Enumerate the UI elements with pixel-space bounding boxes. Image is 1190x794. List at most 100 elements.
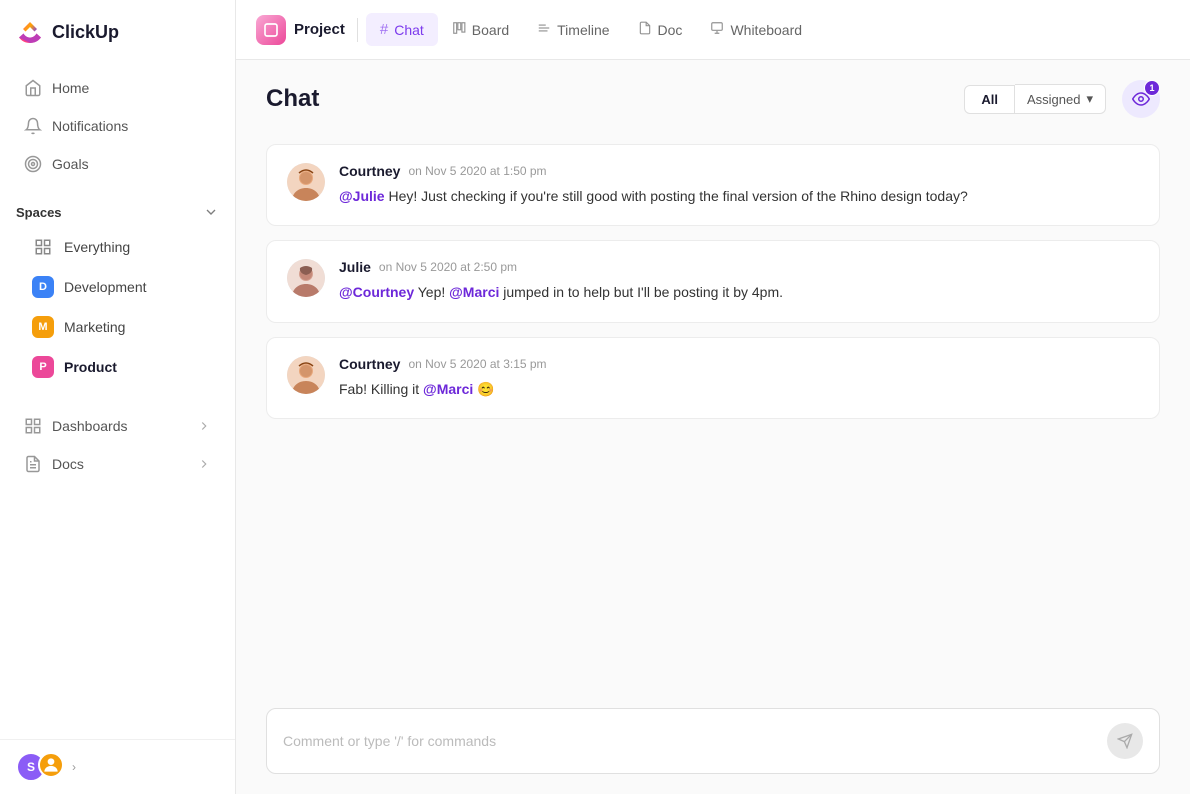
message-3-emoji: 😊 <box>477 381 494 397</box>
sidebar: ClickUp Home Notifications Goals Spaces … <box>0 0 236 794</box>
mention-marci[interactable]: @Marci <box>449 284 499 300</box>
julie-avatar <box>287 259 325 297</box>
sidebar-item-home-label: Home <box>52 80 89 96</box>
sidebar-item-product[interactable]: P Product <box>20 348 215 386</box>
avatar-stack: S <box>16 752 64 782</box>
tab-board[interactable]: Board <box>438 13 523 47</box>
sidebar-item-marketing-label: Marketing <box>64 319 125 335</box>
chat-filters: All Assigned ▾ <box>964 84 1106 114</box>
dashboards-label: Dashboards <box>52 418 128 434</box>
sidebar-item-development[interactable]: D Development <box>20 268 215 306</box>
dashboards-icon <box>24 417 42 435</box>
sidebar-item-docs[interactable]: Docs <box>8 446 227 482</box>
chevron-right-icon <box>197 419 211 433</box>
message-item: Julie on Nov 5 2020 at 2:50 pm @Courtney… <box>266 240 1160 322</box>
message-1-header: Courtney on Nov 5 2020 at 1:50 pm <box>339 163 1139 179</box>
doc-icon <box>638 21 652 39</box>
hash-icon: # <box>380 21 388 38</box>
comment-input-box[interactable]: Comment or type '/' for commands <box>266 708 1160 774</box>
chevron-right-icon-2 <box>197 457 211 471</box>
sidebar-nav: Home Notifications Goals <box>0 64 235 188</box>
tab-chat-label: Chat <box>394 22 424 38</box>
sidebar-item-development-label: Development <box>64 279 147 295</box>
mention-marci-2[interactable]: @Marci <box>423 381 473 397</box>
message-1-text: @Julie Hey! Just checking if you're stil… <box>339 185 1139 207</box>
sidebar-item-everything[interactable]: Everything <box>20 228 215 266</box>
message-1-body: Courtney on Nov 5 2020 at 1:50 pm @Julie… <box>339 163 1139 207</box>
mention-julie[interactable]: @Julie <box>339 188 385 204</box>
spaces-header[interactable]: Spaces <box>16 204 219 220</box>
filter-chevron-icon: ▾ <box>1086 91 1093 107</box>
chat-area: Chat All Assigned ▾ 1 <box>236 60 1190 794</box>
message-1-time: on Nov 5 2020 at 1:50 pm <box>408 164 546 178</box>
topbar: Project # Chat Board Timeline Doc <box>236 0 1190 60</box>
docs-label: Docs <box>52 456 84 472</box>
tab-chat[interactable]: # Chat <box>366 13 438 46</box>
message-2-body: Julie on Nov 5 2020 at 2:50 pm @Courtney… <box>339 259 1139 303</box>
target-icon <box>24 155 42 173</box>
sidebar-item-dashboards[interactable]: Dashboards <box>8 408 227 444</box>
input-area: Comment or type '/' for commands <box>236 694 1190 794</box>
sidebar-item-marketing[interactable]: M Marketing <box>20 308 215 346</box>
message-2-author: Julie <box>339 259 371 275</box>
main-content: Project # Chat Board Timeline Doc <box>236 0 1190 794</box>
tab-whiteboard[interactable]: Whiteboard <box>696 13 816 47</box>
spaces-title: Spaces <box>16 205 62 220</box>
sidebar-item-goals[interactable]: Goals <box>8 146 227 182</box>
whiteboard-icon <box>710 21 724 39</box>
message-3-header: Courtney on Nov 5 2020 at 3:15 pm <box>339 356 1139 372</box>
grid-icon <box>32 236 54 258</box>
tab-timeline[interactable]: Timeline <box>523 13 623 47</box>
message-3-part1: Fab! Killing it <box>339 381 423 397</box>
message-3-author: Courtney <box>339 356 400 372</box>
watch-button[interactable]: 1 <box>1122 80 1160 118</box>
chevron-down-icon <box>203 204 219 220</box>
filter-all-button[interactable]: All <box>964 85 1015 114</box>
courtney-avatar-2 <box>287 356 325 394</box>
tab-whiteboard-label: Whiteboard <box>730 22 802 38</box>
topbar-divider <box>357 18 358 42</box>
product-badge: P <box>32 356 54 378</box>
sidebar-footer[interactable]: S › <box>0 739 235 794</box>
project-label: Project <box>256 15 345 45</box>
bell-icon <box>24 117 42 135</box>
user-avatar-2 <box>38 752 64 778</box>
sidebar-item-goals-label: Goals <box>52 156 89 172</box>
send-icon <box>1117 733 1133 749</box>
filter-assigned-dropdown[interactable]: Assigned ▾ <box>1015 84 1106 114</box>
board-icon <box>452 21 466 39</box>
app-name: ClickUp <box>52 22 119 43</box>
logo[interactable]: ClickUp <box>0 0 235 64</box>
spaces-section: Spaces Everything D Development M Market… <box>0 188 235 394</box>
message-2-text: @Courtney Yep! @Marci jumped in to help … <box>339 281 1139 303</box>
message-item: Courtney on Nov 5 2020 at 3:15 pm Fab! K… <box>266 337 1160 419</box>
filter-assigned-label: Assigned <box>1027 92 1080 107</box>
sidebar-item-home[interactable]: Home <box>8 70 227 106</box>
project-icon <box>256 15 286 45</box>
watch-badge: 1 <box>1144 80 1160 96</box>
timeline-icon <box>537 21 551 39</box>
messages-list: Courtney on Nov 5 2020 at 1:50 pm @Julie… <box>236 134 1190 694</box>
message-2-header: Julie on Nov 5 2020 at 2:50 pm <box>339 259 1139 275</box>
comment-placeholder: Comment or type '/' for commands <box>283 733 496 749</box>
mention-courtney[interactable]: @Courtney <box>339 284 414 300</box>
sidebar-item-notifications[interactable]: Notifications <box>8 108 227 144</box>
message-2-part2: jumped in to help but I'll be posting it… <box>503 284 783 300</box>
tab-doc[interactable]: Doc <box>624 13 697 47</box>
message-3-text: Fab! Killing it @Marci 😊 <box>339 378 1139 400</box>
chat-title: Chat <box>266 85 319 113</box>
footer-chevron-icon: › <box>72 760 76 774</box>
message-2-time: on Nov 5 2020 at 2:50 pm <box>379 260 517 274</box>
sidebar-item-notifications-label: Notifications <box>52 118 128 134</box>
message-3-time: on Nov 5 2020 at 3:15 pm <box>408 357 546 371</box>
tab-timeline-label: Timeline <box>557 22 609 38</box>
chat-header: Chat All Assigned ▾ 1 <box>236 60 1190 134</box>
docs-icon <box>24 455 42 473</box>
send-button[interactable] <box>1107 723 1143 759</box>
message-1-content: Hey! Just checking if you're still good … <box>388 188 967 204</box>
message-3-body: Courtney on Nov 5 2020 at 3:15 pm Fab! K… <box>339 356 1139 400</box>
courtney-avatar <box>287 163 325 201</box>
development-badge: D <box>32 276 54 298</box>
project-name: Project <box>294 21 345 38</box>
sidebar-item-product-label: Product <box>64 359 117 375</box>
